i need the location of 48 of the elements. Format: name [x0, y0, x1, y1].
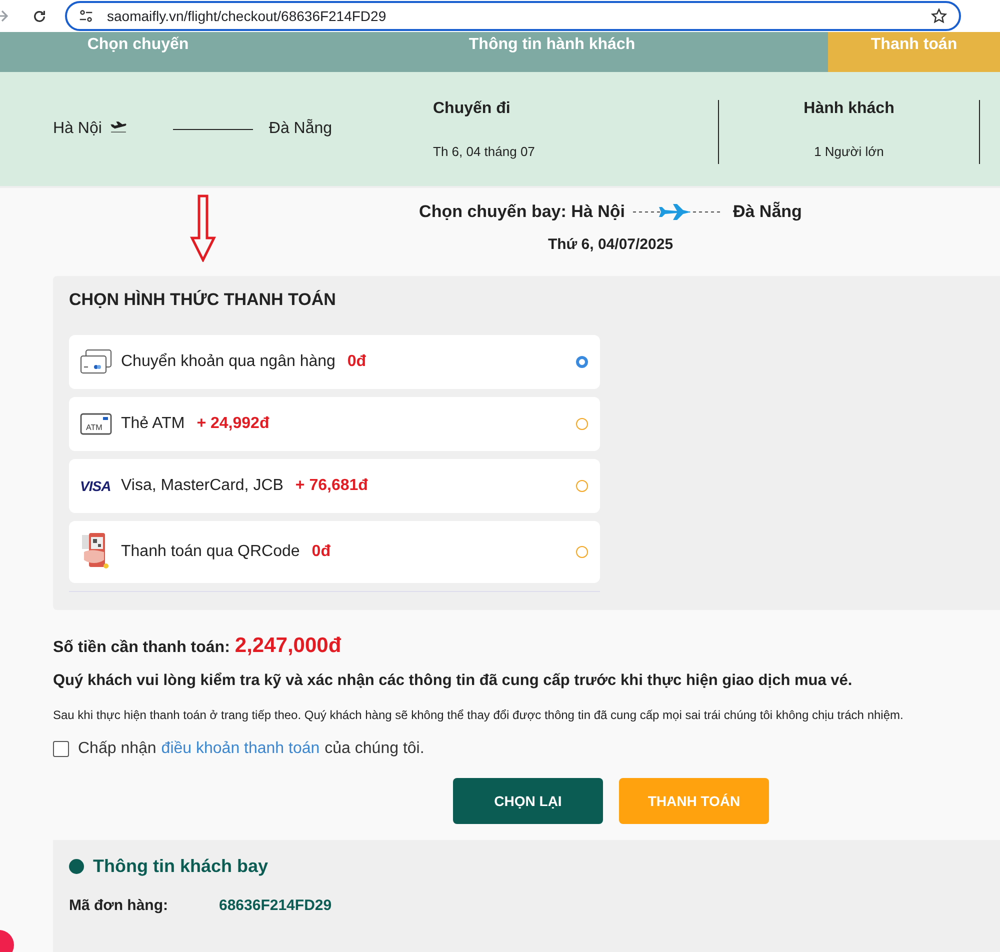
atm-card-icon: ATM: [80, 413, 112, 435]
visa-logo: VISA: [80, 478, 112, 494]
payment-option[interactable]: VISA Visa, MasterCard, JCB + 76,681đ: [69, 459, 600, 513]
payment-title: CHỌN HÌNH THỨC THANH TOÁN: [69, 290, 337, 310]
payment-fee: 0đ: [312, 543, 330, 561]
payment-option[interactable]: ATM Thẻ ATM + 24,992đ: [69, 397, 600, 451]
total-label: Số tiền cần thanh toán:: [53, 639, 230, 657]
trip-date: Th 6, 04 tháng 07: [433, 144, 536, 159]
order-label: Mã đơn hàng:: [69, 897, 169, 914]
terms-text: của chúng tôi.: [324, 740, 424, 758]
passengers-label: Hành khách: [802, 100, 896, 118]
payment-method-label: Thẻ ATM: [121, 415, 185, 433]
origin-city: Hà Nội: [53, 120, 102, 138]
total-amount: 2,247,000đ: [234, 634, 342, 658]
payment-method-label: Chuyển khoản qua ngân hàng: [121, 353, 336, 371]
destination-city: Đà Nẵng: [268, 120, 332, 138]
bullet-dot-icon: [69, 859, 84, 874]
passenger-count: 1 Người lớn: [813, 144, 885, 159]
address-bar[interactable]: saomaifly.vn/flight/checkout/68636F214FD29: [65, 1, 961, 31]
radio-button[interactable]: [576, 418, 588, 430]
payment-option[interactable]: Thanh toán qua QRCode 0đ: [69, 521, 600, 583]
flight-heading: Chọn chuyến bay: Hà Nội: [419, 202, 625, 222]
terms-text: Chấp nhận: [78, 740, 156, 758]
destination-city: Đà Nẵng: [732, 202, 802, 222]
section-title: Thông tin khách bay: [93, 856, 268, 877]
payment-method-label: Visa, MasterCard, JCB: [121, 477, 284, 495]
bank-card-icon: [80, 349, 112, 375]
payment-method-label: Thanh toán qua QRCode: [121, 543, 300, 561]
payment-fee: + 24,992đ: [196, 415, 270, 433]
payment-option[interactable]: Chuyển khoản qua ngân hàng 0đ: [69, 335, 600, 389]
radio-button[interactable]: [576, 546, 588, 558]
site-settings-icon[interactable]: [79, 9, 93, 23]
disclaimer-text: Sau khi thực hiện thanh toán ở trang tiếp theo. Quý khách hàng sẽ không thể thay đổi được thông tin đã cung cấp mọi sai trái chúng tôi không chịu trách nhiệm.: [53, 708, 904, 722]
terms-checkbox[interactable]: [53, 741, 69, 757]
down-arrow-icon: [190, 194, 216, 262]
radio-button[interactable]: [576, 480, 588, 492]
radio-button[interactable]: [576, 356, 588, 368]
payment-fee: 0đ: [347, 353, 366, 371]
flight-date: Thứ 6, 04/07/2025: [546, 236, 674, 253]
bookmark-star-icon[interactable]: [931, 8, 947, 24]
terms-link[interactable]: điều khoản thanh toán: [161, 740, 320, 758]
reselect-button[interactable]: CHỌN LẠI: [453, 778, 603, 824]
payment-fee: + 76,681đ: [295, 477, 368, 495]
order-code: 68636F214FD29: [219, 897, 332, 914]
confirmation-notice: Quý khách vui lòng kiểm tra kỹ và xác nhận các thông tin đã cung cấp trước khi thực hiện giao dịch mua vé.: [53, 672, 854, 690]
plane-takeoff-icon: [110, 120, 127, 132]
reload-icon[interactable]: [32, 8, 47, 24]
trip-label: Chuyến đi: [433, 100, 512, 118]
